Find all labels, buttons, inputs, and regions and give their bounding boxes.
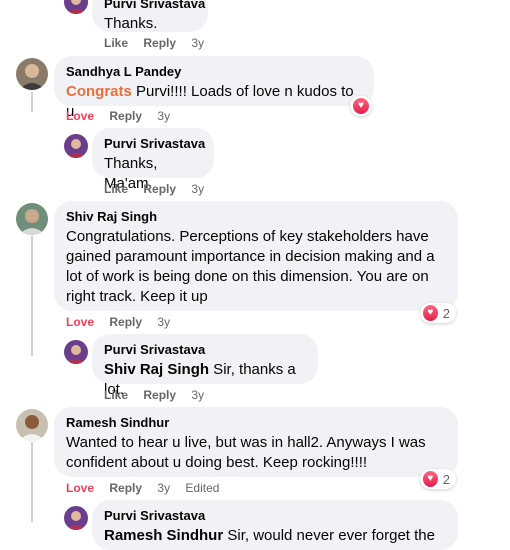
reply-button[interactable]: Reply: [109, 481, 142, 495]
love-button[interactable]: Love: [66, 109, 94, 123]
comment-text-rest: Sir, would never ever forget the: [223, 527, 435, 544]
timestamp[interactable]: 3y: [191, 36, 204, 50]
thread-line: [31, 92, 33, 112]
timestamp[interactable]: 3y: [157, 315, 170, 329]
reply-button[interactable]: Reply: [109, 315, 142, 329]
heart-icon: ♥: [423, 471, 438, 487]
mention-link[interactable]: Shiv Raj Singh: [104, 361, 209, 378]
comment-actions: Love Reply 3y: [66, 315, 182, 329]
timestamp[interactable]: 3y: [191, 388, 204, 402]
comment-actions: Like Reply 3y: [104, 36, 216, 50]
avatar[interactable]: [16, 203, 48, 235]
comment-text: Wanted to hear u live, but was in hall2.…: [66, 434, 426, 471]
like-button[interactable]: Like: [104, 182, 128, 196]
reaction-badge[interactable]: ♥: [350, 96, 372, 116]
comment-actions: Love Reply 3y: [66, 109, 182, 123]
comment-actions: Like Reply 3y: [104, 388, 216, 402]
comment-bubble: Shiv Raj Singh Congratulations. Percepti…: [54, 201, 458, 311]
love-button[interactable]: Love: [66, 481, 94, 495]
comment-text: Ramesh Sindhur Sir, would never ever for…: [104, 526, 446, 546]
timestamp[interactable]: 3y: [157, 481, 170, 495]
comment-bubble: Sandhya L Pandey Congrats Purvi!!!! Load…: [54, 56, 374, 120]
comment-bubble: Purvi Srivastava Ramesh Sindhur Sir, wou…: [92, 500, 458, 550]
avatar[interactable]: [64, 134, 88, 158]
comment-author[interactable]: Purvi Srivastava: [104, 342, 306, 358]
timestamp[interactable]: 3y: [157, 109, 170, 123]
comment-author[interactable]: Purvi Srivastava: [104, 136, 205, 152]
comment-author[interactable]: Purvi Srivastava: [104, 0, 205, 12]
comment-author[interactable]: Shiv Raj Singh: [66, 209, 446, 225]
thread-line: [31, 442, 33, 522]
comment-author[interactable]: Ramesh Sindhur: [66, 415, 446, 431]
reaction-badge[interactable]: ♥ 2: [420, 303, 456, 323]
thread-line: [31, 236, 33, 356]
comment-text: Thanks.: [104, 15, 158, 32]
comment-bubble: Purvi Srivastava Thanks.: [92, 0, 208, 32]
reaction-count: 2: [442, 471, 450, 487]
mention-link[interactable]: Ramesh Sindhur: [104, 527, 223, 544]
edited-label[interactable]: Edited: [185, 481, 219, 495]
comment-bubble: Ramesh Sindhur Wanted to hear u live, bu…: [54, 407, 458, 477]
timestamp[interactable]: 3y: [191, 182, 204, 196]
reaction-badge[interactable]: ♥ 2: [420, 469, 456, 489]
comment-author[interactable]: Purvi Srivastava: [104, 508, 446, 524]
reply-button[interactable]: Reply: [143, 182, 176, 196]
avatar[interactable]: [64, 506, 88, 530]
avatar[interactable]: [16, 58, 48, 90]
heart-icon: ♥: [423, 305, 438, 321]
comment-bubble: Purvi Srivastava Thanks, Ma'am: [92, 128, 214, 192]
comment-actions: Love Reply 3y Edited: [66, 481, 231, 495]
reply-button[interactable]: Reply: [143, 388, 176, 402]
avatar[interactable]: [64, 340, 88, 364]
avatar[interactable]: [64, 0, 88, 14]
like-button[interactable]: Like: [104, 388, 128, 402]
congrats-text[interactable]: Congrats: [66, 83, 132, 100]
comment-author[interactable]: Sandhya L Pandey: [66, 64, 362, 80]
comment-actions: Like Reply 3y: [104, 182, 216, 196]
love-button[interactable]: Love: [66, 315, 94, 329]
comment-text: Congratulations. Perceptions of key stak…: [66, 228, 435, 305]
reaction-count: 2: [442, 305, 450, 321]
avatar[interactable]: [16, 409, 48, 441]
comment-bubble: Purvi Srivastava Shiv Raj Singh Sir, tha…: [92, 334, 318, 398]
heart-icon: ♥: [353, 98, 369, 114]
reply-button[interactable]: Reply: [109, 109, 142, 123]
like-button[interactable]: Like: [104, 36, 128, 50]
reply-button[interactable]: Reply: [143, 36, 176, 50]
